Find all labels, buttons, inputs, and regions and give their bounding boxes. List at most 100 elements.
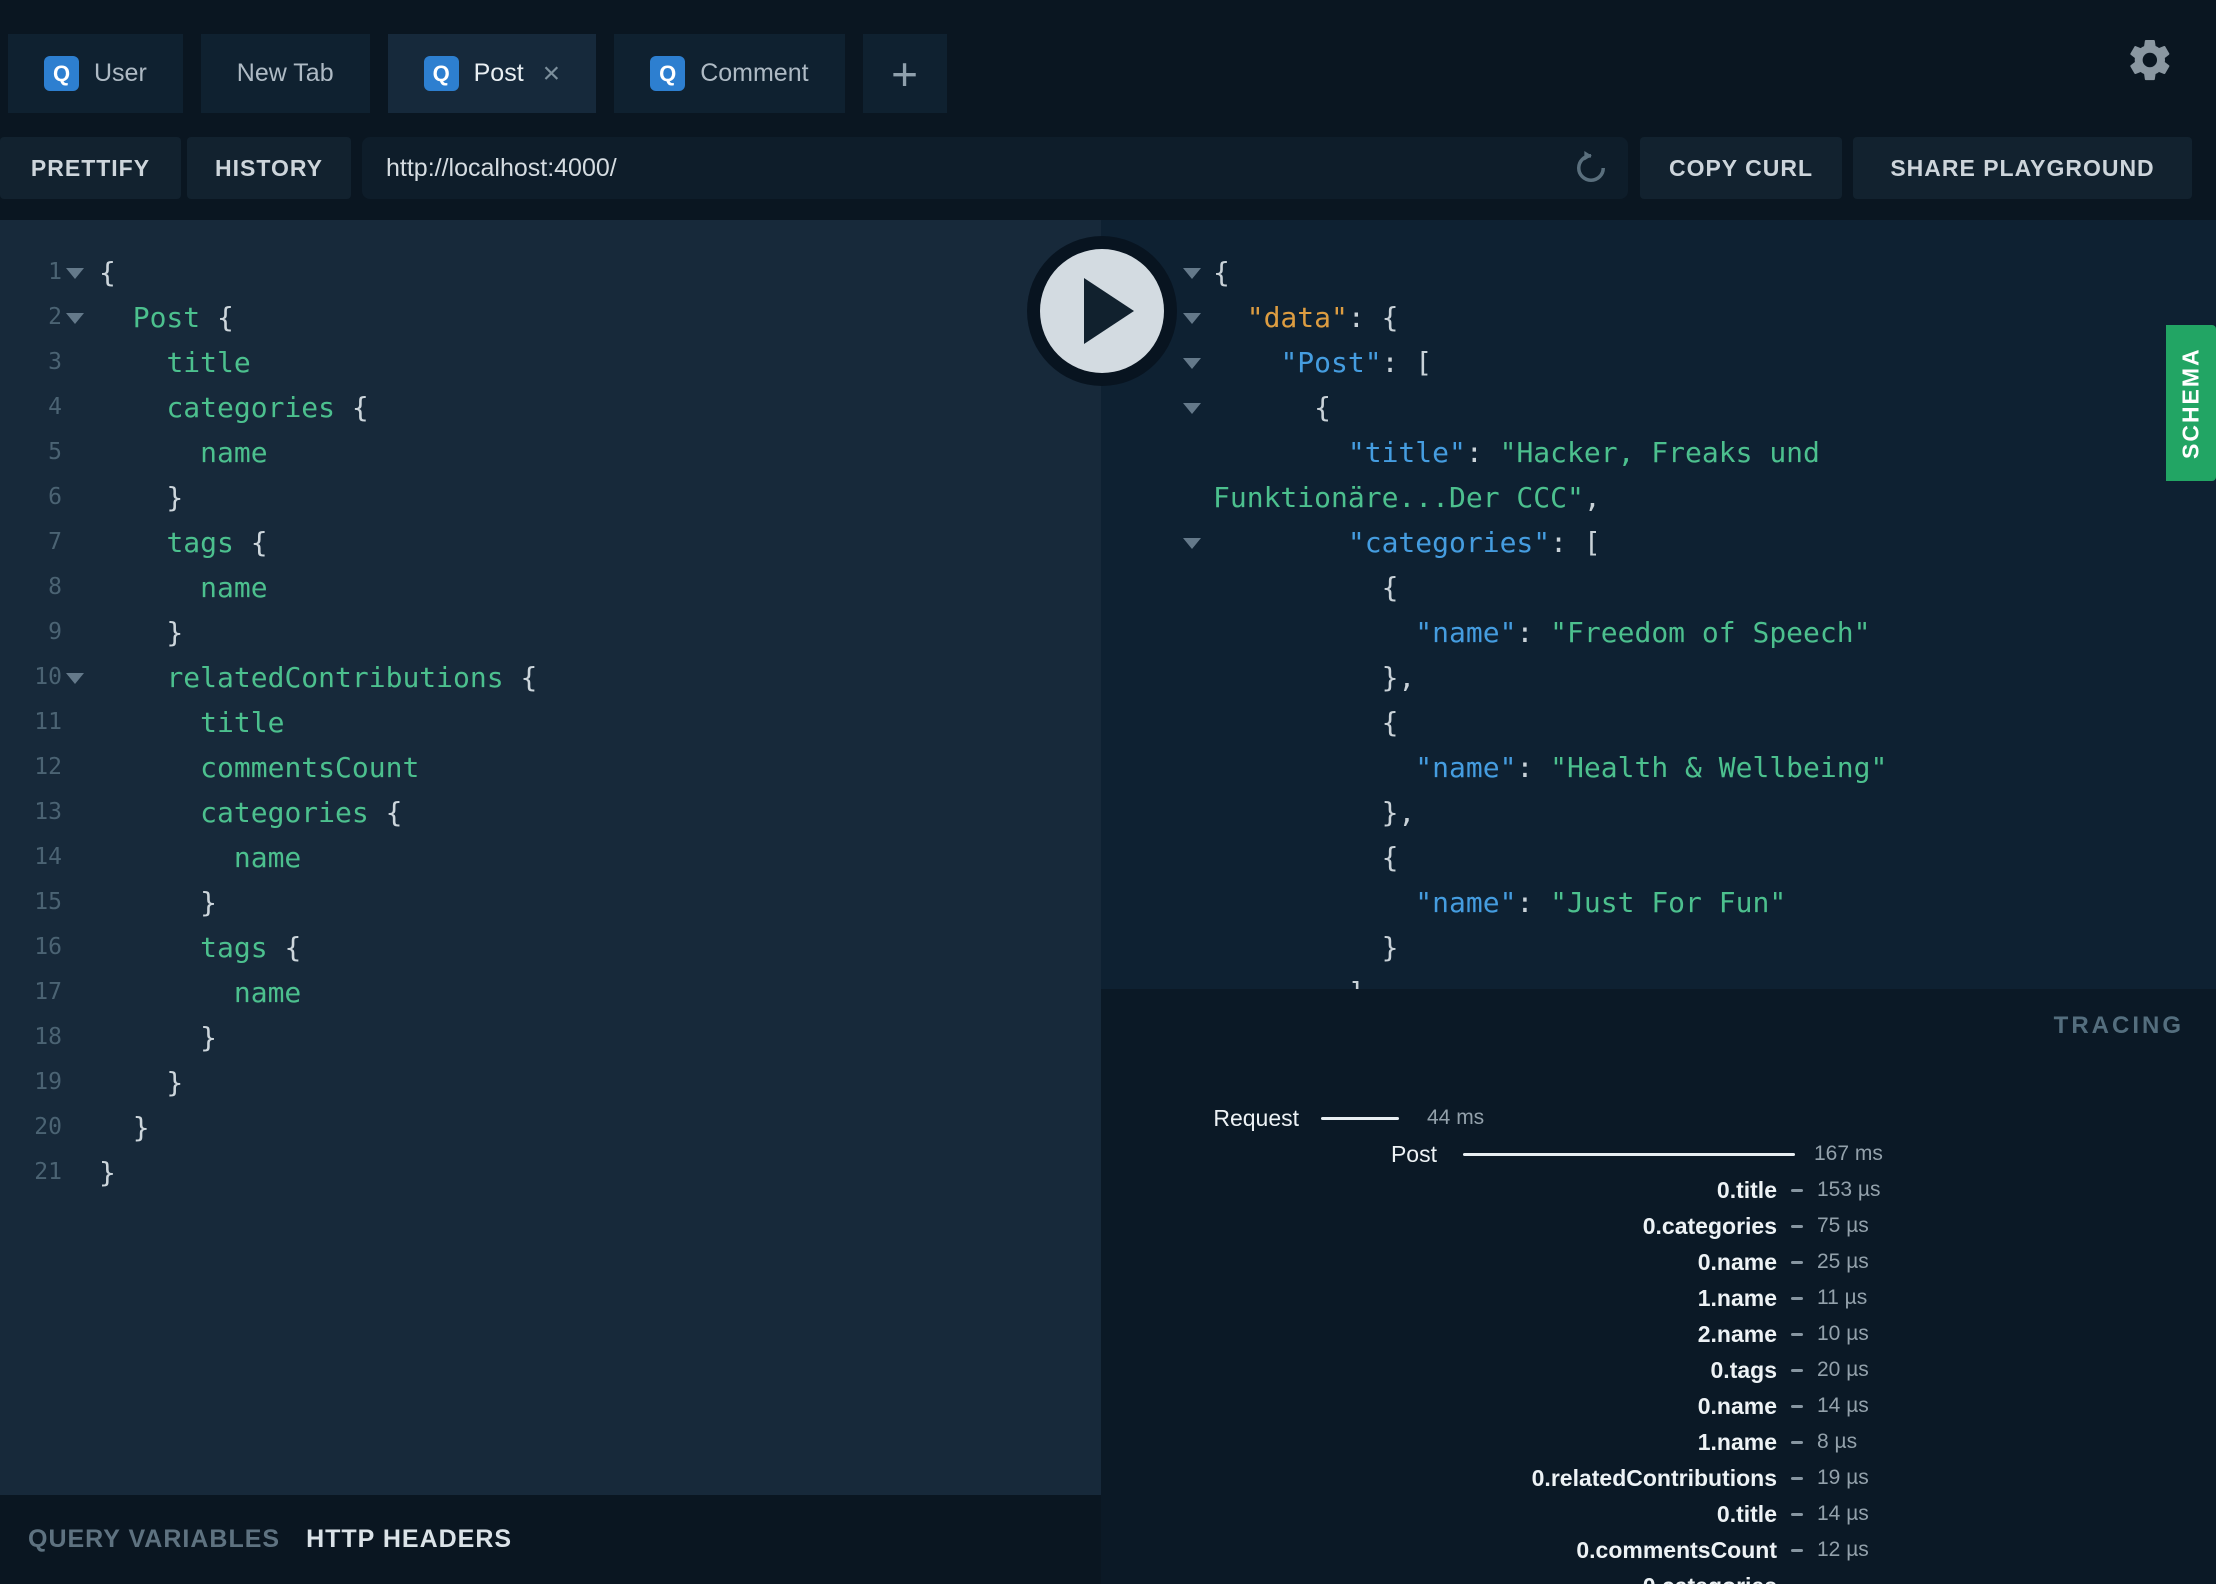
line-number: 4 (48, 394, 62, 420)
line-number: 15 (34, 889, 62, 915)
tracing-row-value: 11 µs (1817, 1286, 1868, 1309)
code-text: Funktionäre...Der CCC", (1213, 481, 1601, 514)
line-number: 13 (34, 799, 62, 825)
tracing-dash (1791, 1404, 1803, 1408)
tracing-row-label: 0.name (1697, 1392, 1777, 1419)
code-line: { (1101, 250, 2216, 295)
line-number: 20 (34, 1114, 62, 1140)
code-text: Post { (132, 301, 234, 334)
code-text: "name": "Just For Fun" (1415, 886, 1787, 919)
close-tab-icon[interactable]: × (543, 58, 561, 89)
query-variables-tab[interactable]: QUERY VARIABLES (28, 1525, 280, 1554)
code-text: name (233, 841, 302, 874)
fold-arrow-icon[interactable] (1183, 403, 1201, 414)
code-line: { (1101, 565, 2216, 610)
code-text: { (1213, 256, 1230, 289)
tracing-row: 0.tags 20 µs (1101, 1352, 2216, 1388)
code-line: "title": "Hacker, Freaks und (1101, 430, 2216, 475)
code-text: } (99, 1156, 116, 1189)
endpoint-url-input[interactable] (362, 137, 1628, 199)
tracing-duration-bar (1463, 1152, 1795, 1156)
query-editor-pane[interactable]: 1{2 Post {3 title 4 categories {5 name 6 }… (0, 220, 1101, 1495)
fold-arrow-icon[interactable] (1183, 538, 1201, 549)
code-text: commentsCount (200, 751, 420, 784)
tracing-row-value: 25 µs (1817, 1250, 1869, 1273)
tracing-row-value: 14 µs (1817, 1394, 1869, 1417)
code-text: name (200, 436, 268, 469)
tracing-row: 0.title 153 µs (1101, 1172, 2216, 1208)
code-text: } (99, 616, 184, 649)
code-line: } (1101, 925, 2216, 970)
line-number: 21 (34, 1159, 62, 1185)
tracing-row-label: 2.name (1697, 1320, 1777, 1347)
tracing-dash (1791, 1332, 1803, 1336)
http-headers-tab[interactable]: HTTP HEADERS (306, 1525, 512, 1554)
fold-arrow-icon[interactable] (66, 268, 84, 279)
code-line: 7 tags { (0, 520, 1101, 565)
code-text: title (200, 706, 285, 739)
tracing-row-value: 14 µs (1817, 1502, 1869, 1525)
code-text: { (1213, 841, 1399, 874)
prettify-button[interactable]: PRETTIFY (0, 137, 181, 199)
tracing-row: 1.name 11 µs (1101, 1280, 2216, 1316)
schema-side-tab[interactable]: SCHEMA (2166, 325, 2216, 481)
fold-arrow-icon[interactable] (66, 673, 84, 684)
tracing-row: Post 167 ms (1101, 1136, 2216, 1172)
add-tab-button[interactable]: + (862, 34, 947, 113)
reload-schema-icon[interactable] (1570, 147, 1612, 189)
code-line: 20 } (0, 1105, 1101, 1150)
line-number: 11 (34, 709, 62, 735)
line-number: 6 (48, 484, 62, 510)
copy-curl-button[interactable]: COPY CURL (1640, 137, 1842, 199)
tab-comment[interactable]: Q Comment (614, 34, 845, 113)
code-text: } (99, 1066, 184, 1099)
tab-label: User (94, 59, 147, 87)
tab-bar: Q User New Tab Q Post × Q Comment + (8, 34, 947, 113)
code-line: "data": { (1101, 295, 2216, 340)
code-text: } (99, 1111, 150, 1144)
code-text: } (99, 481, 184, 514)
tracing-row-value: 10 µs (1817, 1322, 1869, 1345)
fold-arrow-icon[interactable] (1183, 268, 1201, 279)
tracing-row-value: 153 µs (1817, 1178, 1881, 1201)
line-number: 10 (34, 664, 62, 690)
execute-query-button[interactable] (1040, 249, 1164, 373)
code-text: "title": "Hacker, Freaks und (1347, 436, 1820, 469)
line-number: 5 (48, 439, 62, 465)
code-line: { (1101, 385, 2216, 430)
tracing-row-label: 0.categories (1101, 1573, 1777, 1584)
tab-post[interactable]: Q Post × (387, 34, 597, 113)
tracing-row-value: 12 µs (1817, 1538, 1869, 1561)
tab-user[interactable]: Q User (8, 34, 183, 113)
play-icon (1084, 278, 1134, 344)
tracing-row-label: 1.name (1697, 1284, 1777, 1311)
line-number: 3 (48, 349, 62, 375)
fold-arrow-icon[interactable] (66, 313, 84, 324)
code-text: relatedContributions { (166, 661, 538, 694)
code-line: 9 } (0, 610, 1101, 655)
fold-arrow-icon[interactable] (1183, 313, 1201, 324)
code-line: { (1101, 835, 2216, 880)
code-line: 1{ (0, 250, 1101, 295)
code-text: categories { (166, 391, 369, 424)
settings-gear-icon[interactable] (2126, 36, 2174, 84)
tracing-row: 1.name 8 µs (1101, 1424, 2216, 1460)
fold-arrow-icon[interactable] (1183, 358, 1201, 369)
history-button[interactable]: HISTORY (187, 137, 351, 199)
code-line: 16 tags { (0, 925, 1101, 970)
line-number: 18 (34, 1024, 62, 1050)
query-badge-icon: Q (44, 56, 79, 91)
share-playground-button[interactable]: SHARE PLAYGROUND (1853, 137, 2192, 199)
tracing-row-label: 0.name (1697, 1248, 1777, 1275)
tab-new-tab[interactable]: New Tab (200, 34, 370, 113)
code-line: ], (1101, 970, 2216, 989)
line-number: 9 (48, 619, 62, 645)
code-line: 10 relatedContributions { (0, 655, 1101, 700)
code-line: 5 name (0, 430, 1101, 475)
tracing-row-label: Post (1390, 1140, 1437, 1167)
tracing-row-label: 0.title (1716, 1176, 1777, 1203)
tracing-dash (1791, 1260, 1803, 1264)
code-text: } (1213, 931, 1399, 964)
tab-label: Post (473, 59, 524, 87)
code-text: ], (1213, 970, 1382, 989)
